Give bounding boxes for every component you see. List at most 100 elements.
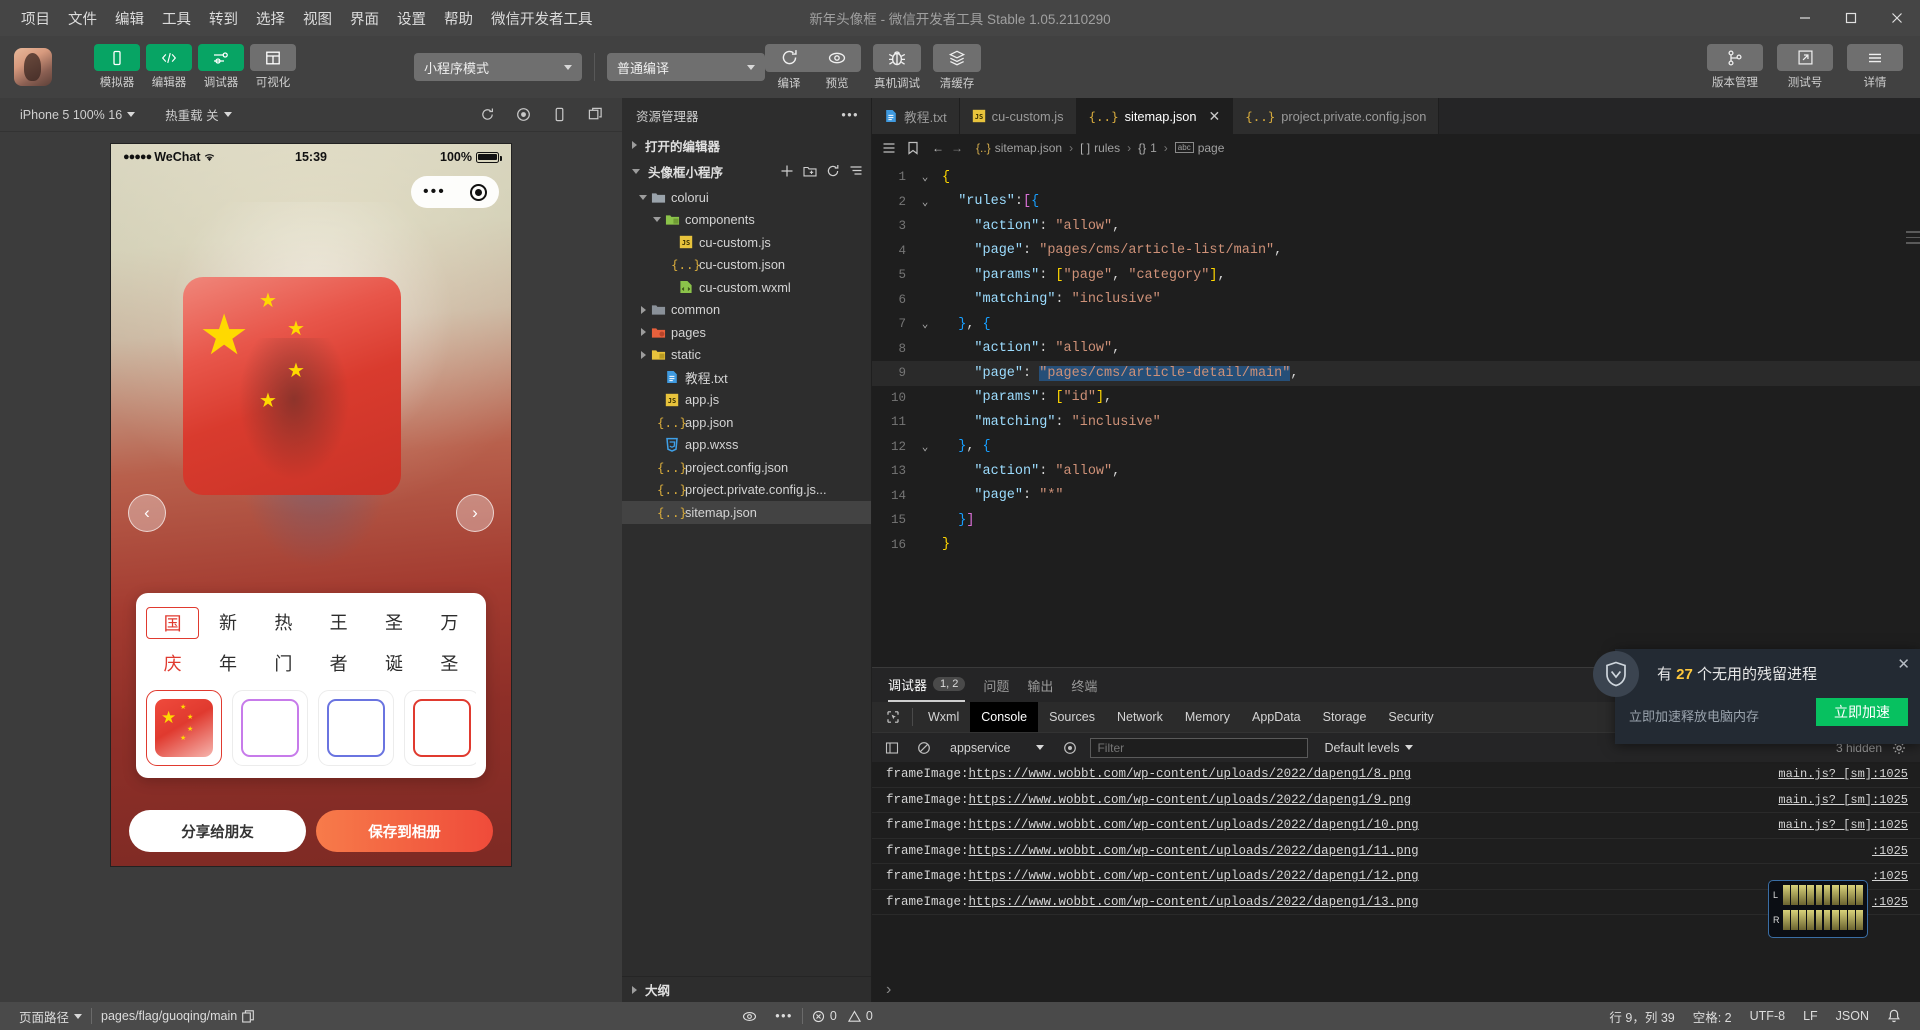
system-notification[interactable]: 有 27 个无用的残留进程 立即加速释放电脑内存 立即加速 ✕	[1615, 649, 1920, 744]
menu-item-5[interactable]: 选择	[247, 4, 294, 33]
compile-select[interactable]: 普通编译	[607, 53, 765, 81]
tree-item-12[interactable]: {..}project.config.json	[622, 456, 871, 479]
frame-thumb-purple[interactable]	[232, 690, 308, 766]
toolbar-right-button-2[interactable]: 详情	[1844, 44, 1906, 90]
new-file-icon[interactable]	[780, 164, 794, 178]
new-folder-icon[interactable]	[803, 164, 817, 178]
log-levels-select[interactable]: Default levels	[1324, 741, 1412, 755]
character-cell-4[interactable]: 圣	[367, 607, 420, 639]
devtools-tab-network[interactable]: Network	[1106, 702, 1174, 732]
console-panel-tab-3[interactable]: 终端	[1071, 668, 1097, 702]
log-url-link[interactable]: https://www.wobbt.com/wp-content/uploads…	[969, 895, 1419, 909]
tree-item-10[interactable]: {..}app.json	[622, 411, 871, 434]
devtools-tab-storage[interactable]: Storage	[1312, 702, 1378, 732]
log-url-link[interactable]: https://www.wobbt.com/wp-content/uploads…	[969, 767, 1412, 781]
record-icon[interactable]	[506, 101, 540, 129]
collapse-all-icon[interactable]	[849, 164, 863, 178]
visibility-icon[interactable]	[733, 1002, 766, 1030]
language-mode[interactable]: JSON	[1827, 1002, 1878, 1030]
close-button[interactable]	[1874, 0, 1920, 36]
close-icon[interactable]: ✕	[1897, 655, 1910, 673]
toolbar-button-1[interactable]: 编辑器	[146, 44, 192, 90]
menu-item-6[interactable]: 视图	[294, 4, 341, 33]
editor-tab-0[interactable]: 教程.txt	[872, 98, 960, 134]
editor-tab-1[interactable]: JScu-custom.js	[960, 98, 1077, 134]
clear-console-icon[interactable]	[912, 736, 936, 760]
frame-thumb-red[interactable]	[404, 690, 476, 766]
open-editors-section[interactable]: 打开的编辑器	[622, 132, 871, 158]
console-panel-tab-1[interactable]: 问题	[983, 668, 1009, 702]
character-cell-2[interactable]: 热	[257, 607, 310, 639]
wechat-capsule[interactable]: •••	[411, 176, 499, 208]
code-editor[interactable]: 1⌄{2⌄ "rules":[{3 "action": "allow",4 "p…	[872, 161, 1920, 667]
log-url-link[interactable]: https://www.wobbt.com/wp-content/uploads…	[969, 844, 1419, 858]
breadcrumb-rules[interactable]: [ ] rules	[1080, 141, 1120, 155]
log-source-link[interactable]: :1025	[1872, 844, 1920, 858]
inspect-element-icon[interactable]	[878, 702, 908, 732]
tree-item-5[interactable]: common	[622, 299, 871, 322]
minimap-scrollbar[interactable]	[1906, 231, 1920, 257]
character-cell-11[interactable]: 圣	[423, 648, 476, 678]
explorer-more-icon[interactable]: •••	[841, 108, 859, 122]
character-cell-8[interactable]: 门	[257, 648, 310, 678]
log-source-link[interactable]: :1025	[1872, 869, 1920, 883]
encoding-setting[interactable]: UTF-8	[1741, 1002, 1794, 1030]
log-url-link[interactable]: https://www.wobbt.com/wp-content/uploads…	[969, 793, 1412, 807]
eol-setting[interactable]: LF	[1794, 1002, 1827, 1030]
log-source-link[interactable]: main.js? [sm]:1025	[1778, 767, 1920, 781]
devtools-tab-sources[interactable]: Sources	[1038, 702, 1106, 732]
project-section[interactable]: 头像框小程序	[622, 158, 871, 184]
tree-item-3[interactable]: {..}cu-custom.json	[622, 254, 871, 277]
sidebar-toggle-icon[interactable]	[880, 736, 904, 760]
bookmark-icon[interactable]	[907, 141, 919, 155]
character-cell-9[interactable]: 者	[312, 648, 365, 678]
devtools-tab-security[interactable]: Security	[1377, 702, 1444, 732]
menu-item-9[interactable]: 帮助	[435, 4, 482, 33]
console-prompt[interactable]: ›	[872, 977, 1920, 1002]
cursor-position[interactable]: 行 9，列 39	[1600, 1002, 1683, 1030]
indentation-setting[interactable]: 空格: 2	[1684, 1002, 1741, 1030]
fold-chevron-icon[interactable]: ⌄	[916, 195, 934, 209]
share-button[interactable]: 分享给朋友	[129, 810, 306, 852]
log-source-link[interactable]: main.js? [sm]:1025	[1778, 793, 1920, 807]
prev-frame-button[interactable]: ‹	[128, 494, 166, 532]
tree-item-9[interactable]: JSapp.js	[622, 389, 871, 412]
menu-item-2[interactable]: 编辑	[106, 4, 153, 33]
tree-item-6[interactable]: pages	[622, 321, 871, 344]
toolbar-right-button-0[interactable]: 版本管理	[1704, 44, 1766, 90]
tree-item-1[interactable]: components	[622, 209, 871, 232]
menu-item-8[interactable]: 设置	[388, 4, 435, 33]
device-frame-icon[interactable]	[542, 101, 576, 129]
filter-input[interactable]	[1090, 738, 1308, 758]
menu-item-1[interactable]: 文件	[59, 4, 106, 33]
notifications-bell-icon[interactable]	[1878, 1002, 1910, 1030]
character-cell-5[interactable]: 万	[423, 607, 476, 639]
menu-item-3[interactable]: 工具	[153, 4, 200, 33]
frame-thumb-blue[interactable]	[318, 690, 394, 766]
fold-chevron-icon[interactable]: ⌄	[916, 440, 934, 454]
problems-indicator[interactable]: 0 0	[803, 1002, 882, 1030]
character-cell-1[interactable]: 新	[201, 607, 254, 639]
rotate-icon[interactable]	[470, 101, 504, 129]
device-select[interactable]: iPhone 5 100% 16	[12, 105, 143, 125]
toolbar-button-3[interactable]: 可视化	[250, 44, 296, 90]
menu-item-10[interactable]: 微信开发者工具	[482, 4, 602, 33]
outline-section[interactable]: 大纲	[622, 976, 871, 1002]
character-cell-7[interactable]: 年	[201, 648, 254, 678]
character-cell-10[interactable]: 诞	[367, 648, 420, 678]
toolbar-button-0[interactable]: 模拟器	[94, 44, 140, 90]
copy-icon[interactable]	[242, 1010, 254, 1023]
fold-chevron-icon[interactable]: ⌄	[916, 170, 934, 184]
context-select[interactable]: appservice	[944, 741, 1050, 755]
mode-select[interactable]: 小程序模式	[414, 53, 582, 81]
toolbar-action-0[interactable]: 编译	[765, 44, 813, 91]
character-cell-3[interactable]: 王	[312, 607, 365, 639]
tree-item-13[interactable]: {..}project.private.config.js...	[622, 479, 871, 502]
tree-item-2[interactable]: JScu-custom.js	[622, 231, 871, 254]
character-cell-0[interactable]: 国	[146, 607, 199, 639]
back-arrow-icon[interactable]: ←	[932, 141, 944, 155]
copy-window-icon[interactable]	[578, 101, 612, 129]
menu-item-7[interactable]: 界面	[341, 4, 388, 33]
toolbar-action-1[interactable]: 预览	[813, 44, 861, 91]
devtools-tab-wxml[interactable]: Wxml	[917, 702, 970, 732]
